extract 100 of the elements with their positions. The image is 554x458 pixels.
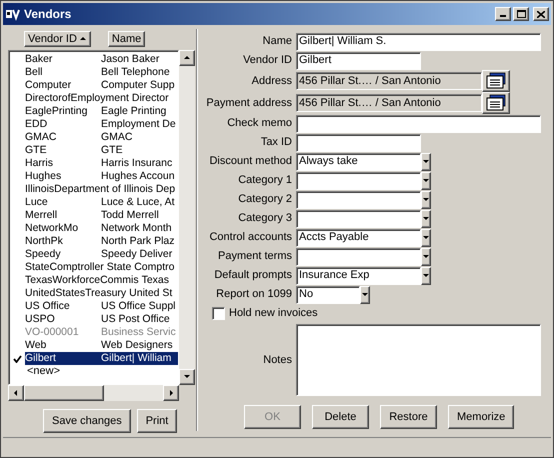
app-icon [5, 7, 21, 21]
dropdown-button[interactable] [421, 248, 431, 266]
vendor-id: Baker [25, 53, 54, 66]
list-row[interactable]: Bell Bell Telephone [25, 66, 178, 79]
down-arrow-icon [183, 373, 191, 381]
new-entry[interactable]: <new> [27, 363, 60, 380]
input-field[interactable] [296, 134, 421, 152]
input-field[interactable]: Accts Payable [296, 228, 421, 246]
dropdown-button[interactable] [421, 210, 431, 228]
input-field[interactable]: Always take [296, 152, 421, 170]
push-button[interactable]: Delete [312, 405, 369, 429]
dropdown-button[interactable] [421, 266, 431, 284]
vendor-name: Todd Merrell [101, 209, 159, 222]
list-row[interactable]: Harris Harris Insuranc [25, 157, 178, 170]
list-row[interactable]: GTE GTE [25, 144, 178, 157]
scroll-left-button[interactable] [8, 385, 24, 401]
list-row[interactable]: Web Web Designers [25, 339, 178, 352]
push-button[interactable]: Print [136, 409, 178, 433]
dropdown-button[interactable] [421, 190, 431, 208]
vendor-id: Web [25, 339, 48, 352]
maximize-button[interactable] [513, 7, 529, 21]
list-row[interactable]: Computer Computer Supp [25, 79, 178, 92]
field-label: Notes [262, 352, 293, 368]
horizontal-scrollbar[interactable] [8, 385, 179, 401]
address-book-button[interactable] [482, 92, 510, 114]
input-field[interactable]: Insurance Exp [296, 266, 421, 284]
right-arrow-icon [167, 389, 175, 397]
list-row[interactable]: USPO US Post Office [25, 313, 178, 326]
list-row[interactable]: Speedy Speedy Deliver [25, 248, 178, 261]
checkbox[interactable] [212, 307, 225, 320]
scroll-down-button[interactable] [179, 369, 195, 385]
dropdown-button[interactable] [360, 286, 370, 304]
list-row[interactable]: UnitedStatesTreasury United St [25, 287, 178, 300]
vendor-id: Computer [25, 79, 72, 92]
list-row[interactable]: US Office US Office Suppl [25, 300, 178, 313]
list-row[interactable]: NetworkMo Network Month [25, 222, 178, 235]
scrollbar[interactable] [179, 50, 195, 385]
scroll-up-button[interactable] [179, 50, 195, 66]
left-arrow-icon [12, 389, 20, 397]
input-field[interactable]: 456 Pillar St.… / San Antonio [296, 72, 482, 90]
input-field[interactable]: 456 Pillar St.… / San Antonio [296, 94, 482, 112]
vendor-id: EDD [25, 118, 48, 131]
maximize-icon [516, 10, 526, 18]
minimize-button[interactable] [495, 7, 511, 21]
address-book-button[interactable] [482, 70, 510, 92]
input-field[interactable]: Gilbert [296, 52, 421, 70]
field-label: Discount method [208, 154, 293, 170]
field-label: Check memo [226, 116, 293, 132]
list-row[interactable]: TexasWorkforceCommis Texas [25, 274, 178, 287]
input-field[interactable] [296, 172, 421, 190]
list-row[interactable]: Hughes Hughes Accoun [25, 170, 178, 183]
notes-field[interactable] [296, 324, 541, 396]
push-button[interactable]: Save changes [43, 409, 131, 433]
caret-icon [361, 290, 369, 298]
address-card-icon [485, 72, 507, 90]
list-row[interactable]: VO-000001 Business Servic [25, 326, 178, 339]
vendor-id: IllinoisDepartment [25, 183, 110, 196]
vendor-id: Merrell [25, 209, 58, 222]
list-row[interactable]: StateComptroller State Comptro [25, 261, 178, 274]
dropdown-button[interactable] [421, 172, 431, 190]
list-row[interactable]: IllinoisDepartment of Illinois Dep [25, 183, 178, 196]
column-header[interactable]: Name [108, 31, 146, 47]
input-field[interactable]: Gilbert| William S. [296, 32, 541, 50]
push-button[interactable]: Restore [380, 405, 437, 429]
list-row[interactable]: Merrell Todd Merrell [25, 209, 178, 222]
scroll-right-button[interactable] [163, 385, 179, 401]
list-row[interactable]: EaglePrinting Eagle Printing [25, 105, 178, 118]
vendor-id: StateComptroller [25, 261, 105, 274]
close-icon [537, 10, 545, 18]
sort-arrow-icon [78, 35, 87, 43]
input-field[interactable] [296, 248, 421, 266]
field-label: Tax ID [260, 135, 293, 150]
list-row[interactable]: EDD Employment De [25, 118, 178, 131]
list-row[interactable]: Gilbert Gilbert| William [25, 352, 178, 365]
input-field[interactable] [296, 210, 421, 228]
dropdown-button[interactable] [421, 152, 431, 170]
input-field[interactable]: No [296, 286, 360, 304]
dropdown-button[interactable] [421, 228, 431, 246]
vendor-id: Hughes [25, 170, 62, 183]
list-row[interactable]: GMAC GMAC [25, 131, 178, 144]
input-field[interactable] [296, 190, 421, 208]
input-field[interactable] [296, 114, 541, 132]
vendor-name: Network Month [101, 222, 172, 235]
list-row[interactable]: NorthPk North Park Plaz [25, 235, 178, 248]
column-header[interactable]: Vendor ID [24, 31, 91, 47]
field-label: Category 3 [237, 211, 293, 226]
field-label: Default prompts [213, 268, 293, 284]
vendor-name: State Comptro [106, 261, 174, 274]
close-button[interactable] [533, 7, 549, 21]
list-row[interactable]: Luce Luce & Luce, At [25, 196, 178, 209]
vendor-name: Hughes Accoun [101, 170, 175, 183]
vendor-name: GMAC [101, 131, 132, 144]
vendor-id: NorthPk [25, 235, 64, 248]
push-button[interactable]: Memorize [448, 405, 514, 429]
caret-icon [422, 176, 430, 184]
list-row[interactable]: DirectorofEmployment Director [25, 92, 178, 105]
list-row[interactable]: Baker Jason Baker [25, 53, 178, 66]
caret-icon [422, 234, 430, 242]
vendor-name: of Illinois Dep [112, 183, 176, 196]
caret-icon [422, 158, 430, 166]
